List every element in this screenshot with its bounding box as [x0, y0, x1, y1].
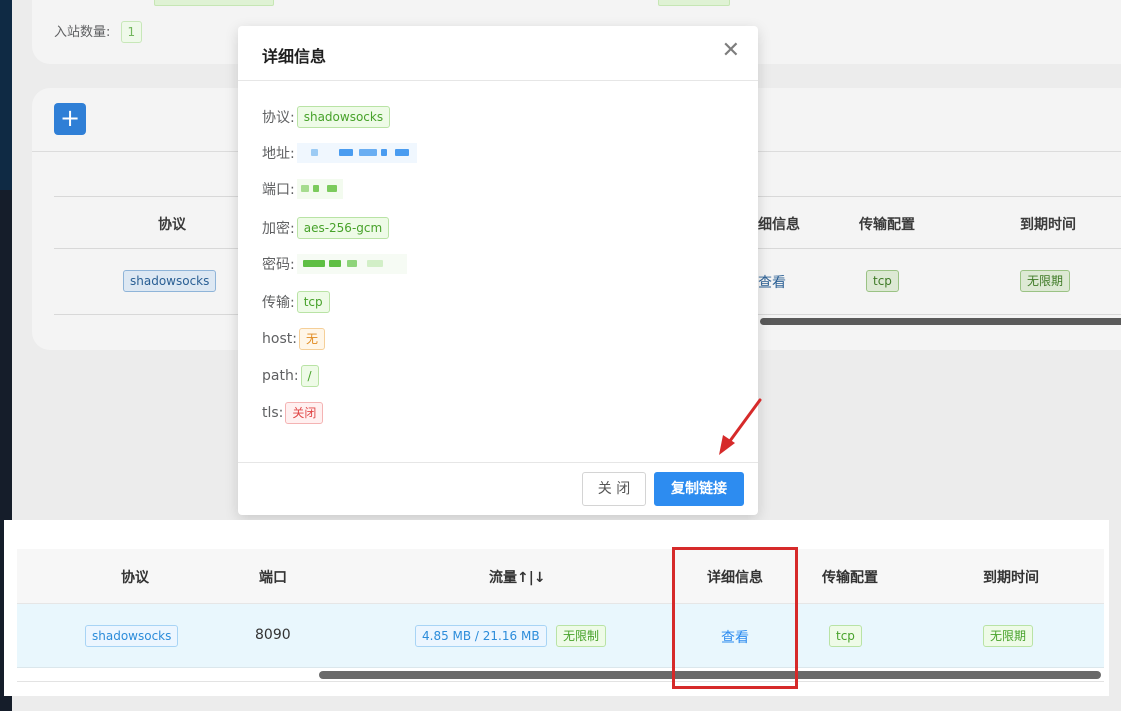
highlight-box-details: [672, 547, 798, 689]
table-row: shadowsocks 8090 4.85 MB / 21.16 MB 无限制 …: [17, 604, 1104, 668]
tls-tag: 关闭: [285, 402, 324, 424]
field-tls: tls: 关闭: [262, 402, 324, 424]
host-tag: 无: [298, 328, 325, 350]
bg-header-details: 细信息: [758, 217, 800, 233]
field-transport: 传输: tcp: [262, 291, 330, 313]
zoomed-table-panel: 协议 端口 流量↑|↓ 详细信息 传输配置 到期时间 shadowsocks 8…: [4, 520, 1109, 696]
modal-header-divider: [238, 80, 758, 81]
field-host: host: 无: [262, 328, 325, 350]
header-transport: 传输配置: [822, 570, 878, 586]
transport-tag: tcp: [829, 625, 862, 647]
protocol-tag: shadowsocks: [85, 625, 179, 647]
port-value: 8090: [255, 627, 291, 643]
header-protocol: 协议: [121, 570, 149, 586]
host-label: host:: [262, 331, 297, 347]
bg-details-link[interactable]: 查看: [758, 272, 786, 292]
copy-link-button[interactable]: 复制链接: [654, 472, 744, 506]
bg-protocol-tag: shadowsocks: [123, 270, 217, 292]
modal-footer-divider: [238, 462, 758, 463]
field-encryption: 加密: aes-256-gcm: [262, 217, 390, 239]
bg-transport-tag: tcp: [866, 270, 899, 292]
bg-horizontal-scrollbar[interactable]: [760, 318, 1121, 325]
close-icon[interactable]: ✕: [722, 40, 740, 62]
protocol-tag: shadowsocks: [296, 106, 391, 128]
field-password: 密码:: [262, 254, 407, 274]
inbound-count-label: 入站数量:: [54, 25, 111, 40]
encryption-label: 加密:: [262, 221, 295, 237]
protocol-label: 协议:: [262, 110, 295, 126]
header-expiry: 到期时间: [983, 570, 1039, 586]
bg-header-expiry: 到期时间: [1020, 217, 1076, 233]
transport-tag: tcp: [296, 291, 330, 313]
port-redacted: [296, 179, 343, 199]
path-tag: /: [300, 365, 319, 387]
details-modal: 详细信息 ✕ 协议: shadowsocks 地址: 端口: 加密: aes-2…: [238, 26, 758, 515]
address-redacted: [296, 143, 417, 163]
transport-label: 传输:: [262, 295, 295, 311]
traffic-limit-tag: 无限制: [556, 625, 607, 647]
field-address: 地址:: [262, 143, 417, 163]
annotation-arrow: [719, 398, 762, 455]
traffic-tag: 4.85 MB / 21.16 MB: [415, 625, 547, 647]
tls-label: tls:: [262, 405, 284, 421]
field-protocol: 协议: shadowsocks: [262, 106, 391, 128]
bg-header-transport: 传输配置: [859, 217, 915, 233]
path-label: path:: [262, 368, 299, 384]
bg-header-protocol: 协议: [158, 217, 186, 233]
address-label: 地址:: [262, 146, 295, 162]
expiry-tag: 无限期: [983, 625, 1034, 647]
password-redacted: [296, 254, 407, 274]
bg-expiry-tag: 无限期: [1020, 270, 1071, 292]
header-port: 端口: [259, 570, 287, 586]
header-traffic: 流量↑|↓: [489, 570, 546, 586]
add-inbound-button[interactable]: +: [54, 103, 86, 135]
encryption-tag: aes-256-gcm: [296, 217, 390, 239]
port-label: 端口:: [262, 182, 295, 198]
table-header-row: 协议 端口 流量↑|↓ 详细信息 传输配置 到期时间: [17, 549, 1104, 604]
password-label: 密码:: [262, 257, 295, 273]
field-port: 端口:: [262, 179, 343, 199]
modal-title: 详细信息: [262, 47, 327, 66]
close-button[interactable]: 关 闭: [582, 472, 646, 506]
field-path: path: /: [262, 365, 319, 387]
inbound-count-badge: 1: [120, 21, 143, 43]
